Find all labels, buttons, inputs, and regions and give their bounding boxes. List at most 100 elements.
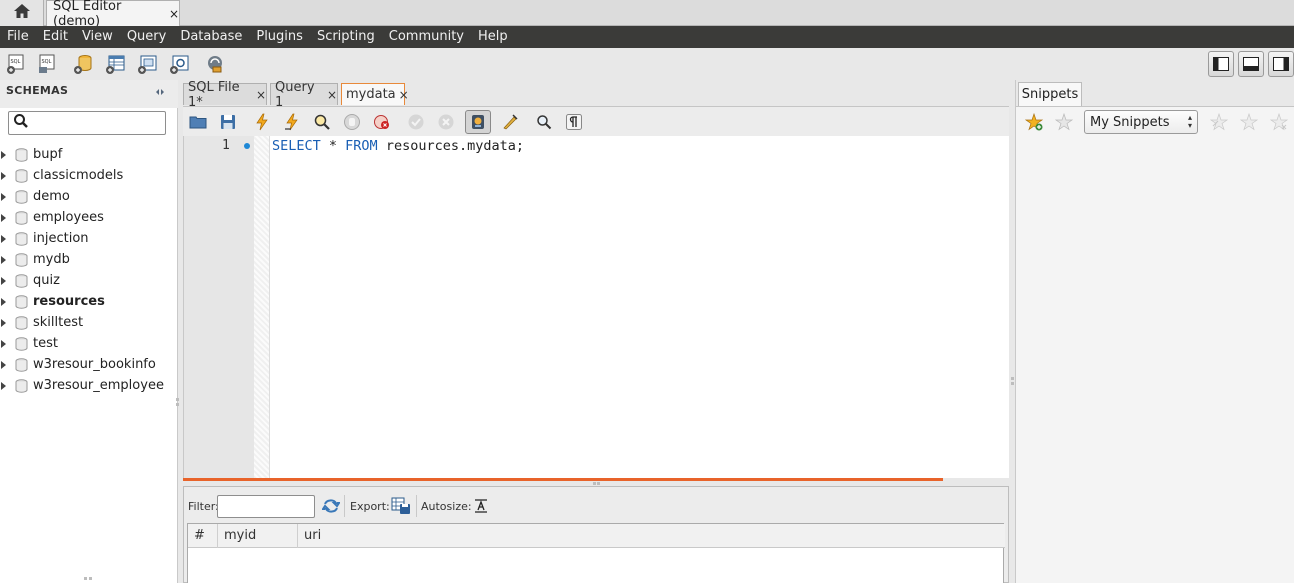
column-header-uri[interactable]: uri — [298, 524, 418, 548]
schema-label: test — [33, 336, 58, 351]
expand-arrow-icon[interactable] — [1, 234, 6, 243]
menu-view[interactable]: View — [75, 26, 120, 48]
schema-label: skilltest — [33, 315, 84, 330]
splitter-grip[interactable] — [1011, 377, 1014, 380]
toggle-autocommit-icon[interactable] — [465, 110, 491, 134]
close-icon[interactable]: × — [256, 88, 266, 102]
code-table-ref: resources.mydata; — [377, 138, 524, 154]
expand-arrow-icon[interactable] — [1, 318, 6, 327]
create-table-icon[interactable] — [103, 52, 127, 76]
menu-edit[interactable]: Edit — [36, 26, 75, 48]
menu-file[interactable]: File — [0, 26, 36, 48]
menu-database[interactable]: Database — [173, 26, 249, 48]
open-file-icon[interactable] — [187, 111, 209, 133]
sql-editor-toolbar — [183, 106, 1009, 136]
splitter-grip[interactable] — [176, 403, 179, 406]
schema-item-quiz[interactable]: quiz — [0, 270, 178, 291]
schema-item-injection[interactable]: injection — [0, 228, 178, 249]
sql-editor[interactable]: 1 SELECT * FROM resources.mydata; — [183, 136, 1009, 478]
create-schema-icon[interactable] — [71, 52, 95, 76]
splitter-grip[interactable] — [1011, 382, 1014, 385]
rollback-icon — [435, 111, 457, 133]
schema-item-employees[interactable]: employees — [0, 207, 178, 228]
add-snippet-icon[interactable] — [1024, 112, 1044, 132]
reconnect-icon[interactable] — [203, 52, 227, 76]
schema-item-w3resour-employee[interactable]: w3resour_employee — [0, 375, 178, 396]
snippet-category-select[interactable]: My Snippets ▴ ▾ — [1084, 110, 1198, 134]
toggle-secondary-sidebar-icon[interactable] — [1268, 51, 1294, 77]
expand-arrow-icon[interactable] — [1, 255, 6, 264]
expand-arrow-icon[interactable] — [1, 381, 6, 390]
schema-item-w3resour-bookinfo[interactable]: w3resour_bookinfo — [0, 354, 178, 375]
resize-grip[interactable] — [89, 577, 92, 580]
splitter-grip[interactable] — [176, 398, 179, 401]
expand-arrow-icon[interactable] — [1, 213, 6, 222]
schema-search-input[interactable] — [8, 111, 166, 135]
open-sql-script-icon[interactable]: SQL — [35, 52, 59, 76]
toggle-output-icon[interactable] — [1238, 51, 1264, 77]
line-number-gutter: 1 — [184, 136, 254, 478]
schema-item-resources[interactable]: resources — [0, 291, 178, 312]
toggle-error-stop-icon[interactable] — [371, 111, 393, 133]
database-icon — [15, 189, 28, 204]
menu-query[interactable]: Query — [120, 26, 174, 48]
column-header-myid[interactable]: myid — [218, 524, 298, 548]
create-routine-icon[interactable] — [167, 52, 191, 76]
menu-plugins[interactable]: Plugins — [249, 26, 310, 48]
splitter-grip[interactable] — [593, 482, 596, 485]
save-icon[interactable] — [217, 111, 239, 133]
new-sql-tab-icon[interactable]: SQL — [4, 52, 28, 76]
expand-arrow-icon[interactable] — [1, 276, 6, 285]
create-view-icon[interactable] — [135, 52, 159, 76]
expand-arrow-icon[interactable] — [1, 339, 6, 348]
commit-icon — [405, 111, 427, 133]
schema-item-bupf[interactable]: bupf — [0, 144, 178, 165]
schema-item-classicmodels[interactable]: classicmodels — [0, 165, 178, 186]
beautify-icon[interactable] — [499, 111, 521, 133]
close-icon[interactable]: × — [327, 88, 337, 102]
schema-item-demo[interactable]: demo — [0, 186, 178, 207]
tab-sql-file-1[interactable]: SQL File 1* × — [183, 80, 267, 110]
export-icon[interactable] — [391, 497, 411, 515]
expand-arrow-icon[interactable] — [1, 297, 6, 306]
filter-input[interactable] — [217, 495, 315, 518]
splitter-grip[interactable] — [597, 482, 600, 485]
result-grid[interactable]: # myid uri — [187, 523, 1005, 583]
keyword-select: SELECT — [272, 138, 321, 154]
column-header-rownum[interactable]: # — [188, 524, 218, 548]
toggle-schemas-icon[interactable] — [154, 86, 166, 101]
invisible-chars-icon[interactable] — [563, 111, 585, 133]
sql-editor-tab[interactable]: SQL Editor (demo) × — [46, 0, 180, 29]
execute-icon[interactable] — [251, 111, 273, 133]
menu-scripting[interactable]: Scripting — [310, 26, 382, 48]
find-icon[interactable] — [533, 111, 555, 133]
stop-icon[interactable] — [341, 111, 363, 133]
schema-label: mydb — [33, 252, 70, 267]
expand-arrow-icon[interactable] — [1, 192, 6, 201]
execute-current-icon[interactable] — [281, 111, 303, 133]
menu-help[interactable]: Help — [471, 26, 515, 48]
autosize-icon[interactable] — [474, 499, 488, 513]
toggle-sidebar-icon[interactable] — [1208, 51, 1234, 77]
close-icon[interactable]: × — [169, 7, 179, 21]
schema-item-test[interactable]: test — [0, 333, 178, 354]
code-line[interactable]: SELECT * FROM resources.mydata; — [272, 138, 524, 154]
schemas-header: SCHEMAS — [0, 80, 178, 108]
schema-item-mydb[interactable]: mydb — [0, 249, 178, 270]
schema-item-skilltest[interactable]: skilltest — [0, 312, 178, 333]
schema-label: classicmodels — [33, 168, 124, 183]
database-icon — [15, 294, 28, 309]
home-tab[interactable] — [0, 0, 44, 26]
resize-grip[interactable] — [84, 577, 87, 580]
menu-community[interactable]: Community — [382, 26, 471, 48]
schema-label: w3resour_employee — [33, 378, 164, 393]
refresh-icon[interactable] — [321, 498, 341, 514]
tab-mydata[interactable]: mydata × — [341, 83, 409, 105]
explain-icon[interactable] — [311, 111, 333, 133]
expand-arrow-icon[interactable] — [1, 171, 6, 180]
expand-arrow-icon[interactable] — [1, 360, 6, 369]
close-icon[interactable]: × — [399, 88, 409, 102]
expand-arrow-icon[interactable] — [1, 150, 6, 159]
tab-snippets[interactable]: Snippets — [1018, 82, 1082, 106]
tab-query-1[interactable]: Query 1 × — [270, 80, 338, 110]
